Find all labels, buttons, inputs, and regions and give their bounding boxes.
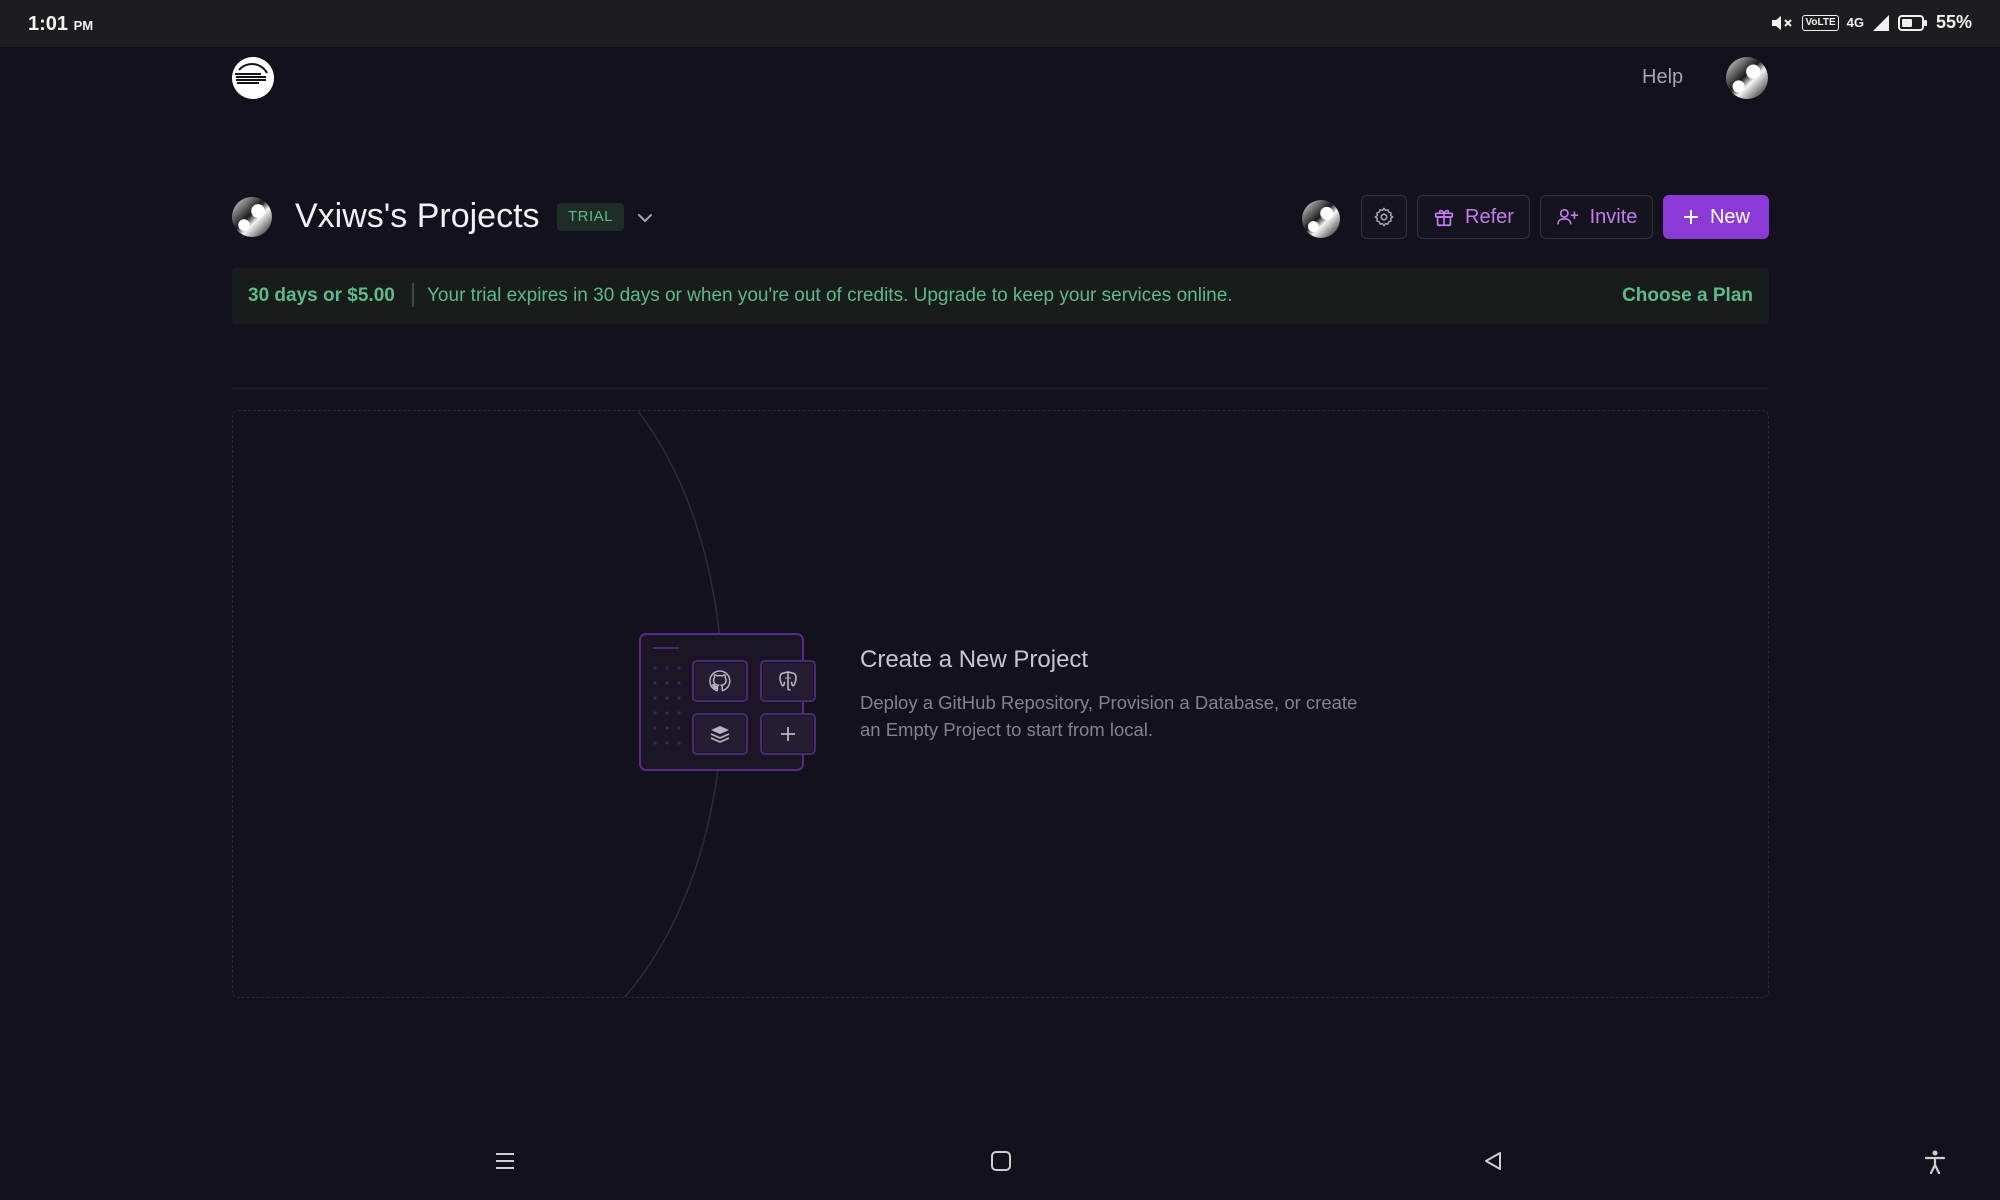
- choose-plan-link[interactable]: Choose a Plan: [1622, 285, 1753, 307]
- trial-amount: 30 days or $5.00: [248, 285, 395, 306]
- mute-icon: [1770, 13, 1794, 33]
- back-icon[interactable]: [1482, 1150, 1504, 1177]
- trial-message: Your trial expires in 30 days or when yo…: [427, 285, 1233, 306]
- signal-icon: [1872, 14, 1890, 32]
- project-illustration: [639, 633, 829, 775]
- new-label: New: [1709, 205, 1750, 228]
- stack-icon: [692, 713, 748, 755]
- battery-icon: [1897, 14, 1928, 32]
- refer-button[interactable]: Refer: [1417, 195, 1530, 239]
- empty-state-description: Deploy a GitHub Repository, Provision a …: [860, 692, 1358, 740]
- settings-button[interactable]: [1361, 195, 1407, 239]
- invite-button[interactable]: Invite: [1540, 195, 1653, 239]
- member-avatar[interactable]: [1302, 200, 1340, 238]
- workspace-avatar: [232, 197, 272, 237]
- help-link[interactable]: Help: [1642, 66, 1683, 89]
- invite-label: Invite: [1589, 205, 1638, 228]
- new-project-button[interactable]: New: [1663, 195, 1769, 239]
- section-divider: [232, 388, 1769, 389]
- status-icons: VoLTE 4G 55%: [1770, 12, 1972, 33]
- volte-indicator: VoLTE: [1802, 14, 1839, 31]
- user-plus-icon: [1556, 206, 1580, 228]
- menu-icon[interactable]: [494, 1150, 516, 1177]
- gear-icon: [1373, 206, 1395, 228]
- system-status-bar: 1:01 PM VoLTE 4G 55%: [0, 0, 2000, 47]
- github-icon: [692, 660, 748, 702]
- battery-percent: 55%: [1935, 12, 1972, 32]
- gift-icon: [1433, 206, 1455, 228]
- network-type: 4G: [1846, 15, 1864, 30]
- status-time: 1:01 PM: [28, 13, 94, 35]
- empty-state-title: Create a New Project: [860, 646, 1089, 673]
- user-avatar[interactable]: [1726, 57, 1768, 99]
- plus-icon: [1682, 208, 1700, 226]
- plus-icon: [760, 713, 816, 755]
- trial-badge: TRIAL: [557, 203, 625, 231]
- postgres-icon: [760, 660, 816, 702]
- refer-label: Refer: [1465, 205, 1514, 228]
- accessibility-icon[interactable]: [1924, 1150, 1946, 1179]
- home-icon[interactable]: [990, 1150, 1012, 1177]
- trial-banner: 30 days or $5.00 Your trial expires in 3…: [232, 268, 1769, 324]
- page-title: Vxiws's Projects: [295, 197, 540, 235]
- chevron-down-icon[interactable]: [634, 207, 656, 229]
- railway-logo-icon[interactable]: [232, 57, 274, 99]
- banner-divider: [412, 283, 414, 307]
- create-project-panel[interactable]: Create a New Project Deploy a GitHub Rep…: [232, 410, 1769, 998]
- system-nav-bar: [0, 1130, 2000, 1200]
